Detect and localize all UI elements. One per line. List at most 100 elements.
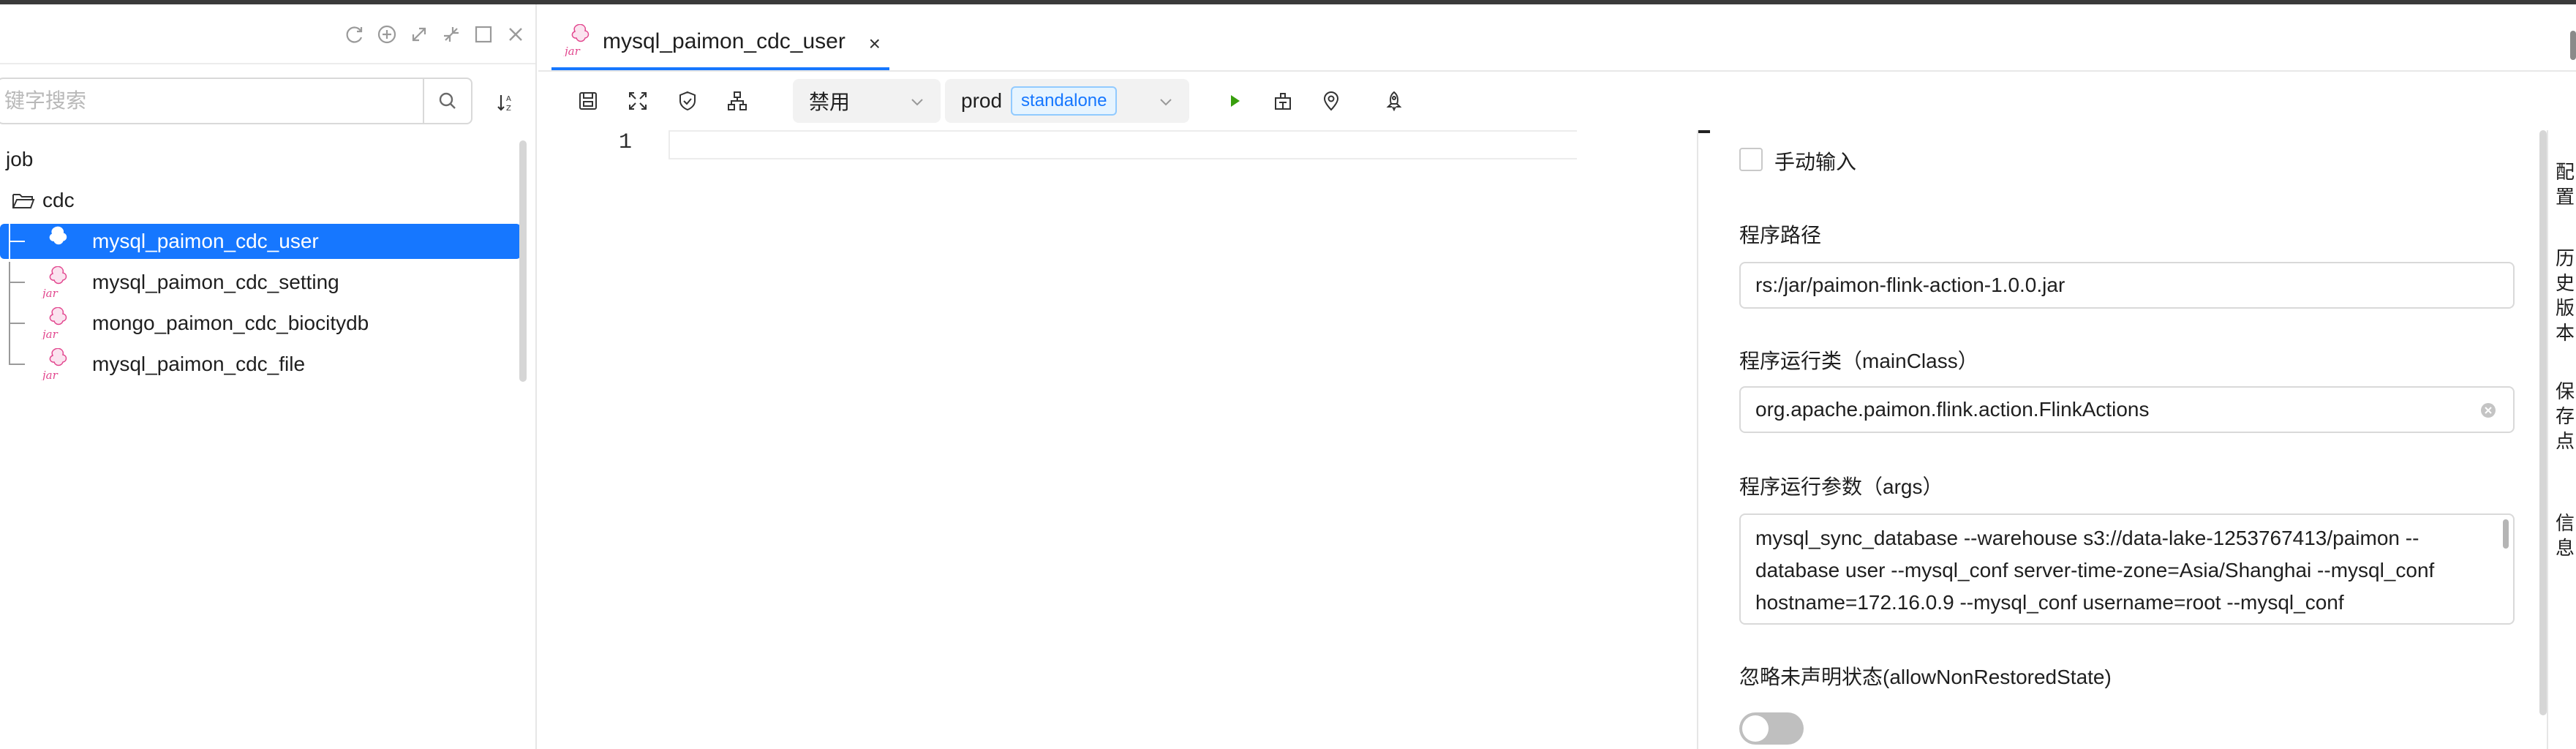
chevron-down-icon bbox=[908, 92, 926, 116]
tree-item-mysql-paimon-cdc-user[interactable]: mysql_paimon_cdc_user bbox=[0, 221, 524, 262]
main-class-label: 程序运行类（mainClass） bbox=[1739, 350, 1978, 372]
rocket-icon bbox=[1386, 91, 1402, 112]
job-tree-panel: AZ job cdc mysql_paimon_cdc_user jar bbox=[0, 4, 537, 749]
save-button[interactable] bbox=[575, 88, 601, 114]
tab-title: mysql_paimon_cdc_user bbox=[603, 29, 846, 53]
manual-input-checkbox[interactable] bbox=[1739, 148, 1763, 171]
main-class-value: org.apache.paimon.flink.action.FlinkActi… bbox=[1755, 398, 2150, 421]
search-icon bbox=[439, 92, 456, 109]
sort-icon: AZ bbox=[497, 95, 511, 113]
tree-guide-line bbox=[9, 282, 25, 283]
play-icon bbox=[1231, 95, 1240, 107]
config-scrollbar[interactable] bbox=[2539, 130, 2547, 715]
tab-close-button[interactable]: × bbox=[869, 32, 881, 56]
tree-root-node[interactable]: job bbox=[0, 139, 524, 180]
args-textarea[interactable]: mysql_sync_database --warehouse s3://dat… bbox=[1739, 513, 2515, 625]
building-icon bbox=[1275, 93, 1291, 110]
side-tab-config[interactable]: 配置 bbox=[2556, 159, 2575, 209]
collapse-arrows-icon[interactable] bbox=[439, 22, 464, 47]
job-tree: job cdc mysql_paimon_cdc_user jar mysql_… bbox=[0, 139, 524, 385]
tab-mysql-paimon-cdc-user[interactable]: jar mysql_paimon_cdc_user × bbox=[551, 16, 889, 70]
args-line: hostname=172.16.0.9 --mysql_conf usernam… bbox=[1755, 591, 2344, 614]
switch-knob bbox=[1742, 715, 1769, 742]
current-line-highlight bbox=[669, 130, 1577, 159]
main-class-input[interactable]: org.apache.paimon.flink.action.FlinkActi… bbox=[1739, 386, 2515, 433]
tree-item-label: mysql_paimon_cdc_file bbox=[92, 353, 306, 375]
jar-icon: jar bbox=[40, 306, 73, 345]
deploy-button[interactable] bbox=[1381, 88, 1407, 114]
chevron-down-icon bbox=[1157, 92, 1175, 116]
shield-check-icon bbox=[679, 91, 696, 111]
jar-icon bbox=[41, 225, 73, 263]
line-number: 1 bbox=[619, 130, 633, 155]
tree-guide-line bbox=[9, 364, 25, 365]
side-tab-info[interactable]: 信息 bbox=[2556, 511, 2575, 560]
alert-group-select[interactable]: 禁用 bbox=[793, 79, 941, 123]
args-line: database user --mysql_conf server-time-z… bbox=[1755, 559, 2435, 581]
fullscreen-icon bbox=[629, 92, 647, 110]
tree-guide-line bbox=[9, 323, 25, 324]
cluster-icon bbox=[728, 91, 747, 110]
tree-guide-line bbox=[9, 241, 25, 242]
job-config-panel: 手动输入 程序路径 rs:/jar/paimon-flink-action-1.… bbox=[1697, 130, 2547, 749]
jar-path-value: rs:/jar/paimon-flink-action-1.0.0.jar bbox=[1755, 274, 2065, 296]
search-button[interactable] bbox=[423, 79, 471, 123]
add-circle-icon[interactable] bbox=[374, 22, 399, 47]
clear-icon[interactable] bbox=[2479, 401, 2497, 424]
svg-text:Z: Z bbox=[506, 105, 511, 113]
right-side-tabs: 配置 历史版本 保存点 信息 bbox=[2547, 130, 2576, 749]
panel-resize-handle[interactable] bbox=[1698, 130, 1710, 133]
close-icon[interactable] bbox=[503, 22, 528, 47]
save-icon bbox=[579, 92, 597, 110]
tree-item-label: mysql_paimon_cdc_user bbox=[92, 230, 319, 252]
sort-button[interactable]: AZ bbox=[490, 86, 522, 118]
tree-item-mysql-paimon-cdc-file[interactable]: jar mysql_paimon_cdc_file bbox=[0, 344, 524, 385]
tree-root-label: job bbox=[6, 148, 34, 170]
side-tab-savepoint[interactable]: 保存点 bbox=[2556, 379, 2575, 453]
svg-text:jar: jar bbox=[41, 369, 59, 380]
cluster-mode-tag: standalone bbox=[1011, 86, 1118, 116]
jar-icon: jar bbox=[40, 266, 73, 304]
side-tab-history[interactable]: 历史版本 bbox=[2556, 246, 2575, 345]
refresh-icon[interactable] bbox=[342, 22, 367, 47]
publish-button[interactable] bbox=[1270, 88, 1296, 114]
tree-guide-line bbox=[9, 344, 10, 364]
jar-icon: jar bbox=[40, 347, 73, 385]
run-button[interactable] bbox=[1221, 88, 1248, 114]
tree-item-mongo-paimon-cdc-biocitydb[interactable]: jar mongo_paimon_cdc_biocitydb bbox=[0, 303, 524, 344]
tree-folder-cdc[interactable]: cdc bbox=[0, 180, 524, 221]
tree-search-input[interactable] bbox=[0, 79, 423, 123]
tree-scrollbar[interactable] bbox=[519, 140, 527, 382]
environment-select[interactable]: prod standalone bbox=[945, 79, 1189, 123]
manual-input-label: 手动输入 bbox=[1774, 151, 1857, 173]
svg-text:jar: jar bbox=[41, 328, 59, 339]
svg-text:jar: jar bbox=[41, 287, 59, 298]
maximize-icon[interactable] bbox=[471, 22, 496, 47]
code-editor[interactable]: 1 bbox=[538, 130, 1580, 749]
tree-item-mysql-paimon-cdc-setting[interactable]: jar mysql_paimon_cdc_setting bbox=[0, 262, 524, 303]
tree-search-box bbox=[0, 78, 472, 124]
folder-open-icon bbox=[12, 190, 35, 211]
jar-path-input[interactable]: rs:/jar/paimon-flink-action-1.0.0.jar bbox=[1739, 262, 2515, 309]
fullscreen-button[interactable] bbox=[625, 88, 651, 114]
textarea-scrollbar[interactable] bbox=[2503, 519, 2509, 549]
expand-arrows-icon[interactable] bbox=[407, 22, 432, 47]
jar-path-label: 程序路径 bbox=[1739, 224, 1822, 246]
svg-text:A: A bbox=[506, 95, 511, 103]
alert-group-value: 禁用 bbox=[809, 91, 851, 113]
tab-bar-scroll-handle[interactable] bbox=[2570, 31, 2576, 60]
allow-non-restored-switch[interactable] bbox=[1739, 712, 1804, 745]
check-button[interactable] bbox=[674, 88, 701, 114]
args-line: mysql_sync_database --warehouse s3://dat… bbox=[1755, 527, 2419, 549]
panel-divider bbox=[0, 63, 535, 64]
tree-toolbar bbox=[342, 22, 528, 47]
jar-icon: jar bbox=[562, 23, 595, 60]
dag-button[interactable] bbox=[724, 88, 750, 114]
svg-text:jar: jar bbox=[563, 45, 581, 56]
tree-item-label: mysql_paimon_cdc_setting bbox=[92, 271, 339, 293]
allow-non-restored-label: 忽略未声明状态(allowNonRestoredState) bbox=[1739, 666, 2112, 688]
editor-tab-bar: jar mysql_paimon_cdc_user × bbox=[538, 4, 2576, 72]
locate-button[interactable] bbox=[1318, 88, 1344, 114]
tree-folder-label: cdc bbox=[42, 189, 75, 211]
environment-value: prod bbox=[961, 89, 1003, 112]
